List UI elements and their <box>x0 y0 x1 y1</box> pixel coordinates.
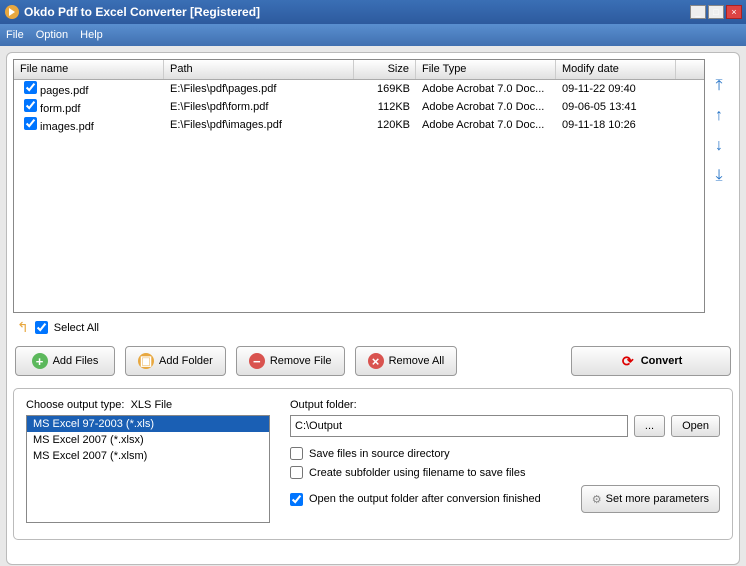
convert-icon: ⟳ <box>620 353 636 369</box>
bottom-panel: Choose output type: XLS File MS Excel 97… <box>13 388 733 540</box>
maximize-button[interactable]: □ <box>708 5 724 19</box>
main-panel: File name Path Size File Type Modify dat… <box>6 52 740 565</box>
save-source-label: Save files in source directory <box>309 448 450 460</box>
add-folder-button[interactable]: ▣ Add Folder <box>125 346 226 376</box>
col-header-size[interactable]: Size <box>354 60 416 79</box>
x-icon: × <box>368 353 384 369</box>
browse-button[interactable]: ... <box>634 415 665 437</box>
menu-file[interactable]: File <box>6 29 24 41</box>
add-files-button[interactable]: + Add Files <box>15 346 115 376</box>
gear-icon: ⚙ <box>592 493 602 506</box>
output-type-listbox[interactable]: MS Excel 97-2003 (*.xls)MS Excel 2007 (*… <box>26 415 270 523</box>
menu-option[interactable]: Option <box>36 29 68 41</box>
move-bottom-button[interactable]: ⤓ <box>710 167 728 185</box>
output-folder-label: Output folder: <box>290 399 720 411</box>
remove-all-button[interactable]: × Remove All <box>355 346 458 376</box>
app-icon <box>4 4 20 20</box>
col-header-date[interactable]: Modify date <box>556 60 676 79</box>
remove-file-button[interactable]: − Remove File <box>236 346 345 376</box>
open-after-label: Open the output folder after conversion … <box>309 493 541 505</box>
window-title: Okdo Pdf to Excel Converter [Registered] <box>24 5 690 19</box>
col-header-path[interactable]: Path <box>164 60 354 79</box>
side-arrows: ⤒ ↑ ↓ ⤓ <box>705 59 733 313</box>
minus-icon: − <box>249 353 265 369</box>
row-checkbox[interactable] <box>24 81 37 94</box>
save-source-checkbox[interactable] <box>290 447 303 460</box>
minimize-button[interactable]: _ <box>690 5 706 19</box>
menu-help[interactable]: Help <box>80 29 103 41</box>
list-item[interactable]: MS Excel 97-2003 (*.xls) <box>27 416 269 432</box>
convert-button[interactable]: ⟳ Convert <box>571 346 731 376</box>
folder-icon: ▣ <box>138 353 154 369</box>
plus-icon: + <box>32 353 48 369</box>
file-list[interactable]: File name Path Size File Type Modify dat… <box>13 59 705 313</box>
subfolder-checkbox[interactable] <box>290 466 303 479</box>
open-after-checkbox[interactable] <box>290 493 303 506</box>
select-all-checkbox[interactable] <box>35 321 48 334</box>
titlebar: Okdo Pdf to Excel Converter [Registered]… <box>0 0 746 24</box>
move-up-button[interactable]: ↑ <box>710 107 728 125</box>
table-row[interactable]: pages.pdfE:\Files\pdf\pages.pdf169KBAdob… <box>14 80 704 98</box>
move-top-button[interactable]: ⤒ <box>710 77 728 95</box>
col-header-type[interactable]: File Type <box>416 60 556 79</box>
up-icon[interactable]: ↰ <box>17 319 29 336</box>
select-all-label: Select All <box>54 322 99 334</box>
menubar: File Option Help <box>0 24 746 46</box>
output-folder-input[interactable] <box>290 415 628 437</box>
subfolder-label: Create subfolder using filename to save … <box>309 467 525 479</box>
row-checkbox[interactable] <box>24 99 37 112</box>
open-folder-button[interactable]: Open <box>671 415 720 437</box>
list-item[interactable]: MS Excel 2007 (*.xlsm) <box>27 448 269 464</box>
table-row[interactable]: images.pdfE:\Files\pdf\images.pdf120KBAd… <box>14 116 704 134</box>
move-down-button[interactable]: ↓ <box>710 137 728 155</box>
close-button[interactable]: × <box>726 5 742 19</box>
row-checkbox[interactable] <box>24 117 37 130</box>
table-row[interactable]: form.pdfE:\Files\pdf\form.pdf112KBAdobe … <box>14 98 704 116</box>
col-header-name[interactable]: File name <box>14 60 164 79</box>
file-list-header: File name Path Size File Type Modify dat… <box>14 60 704 80</box>
list-item[interactable]: MS Excel 2007 (*.xlsx) <box>27 432 269 448</box>
set-more-parameters-button[interactable]: ⚙ Set more parameters <box>581 485 720 513</box>
output-type-label: Choose output type: XLS File <box>26 399 270 411</box>
